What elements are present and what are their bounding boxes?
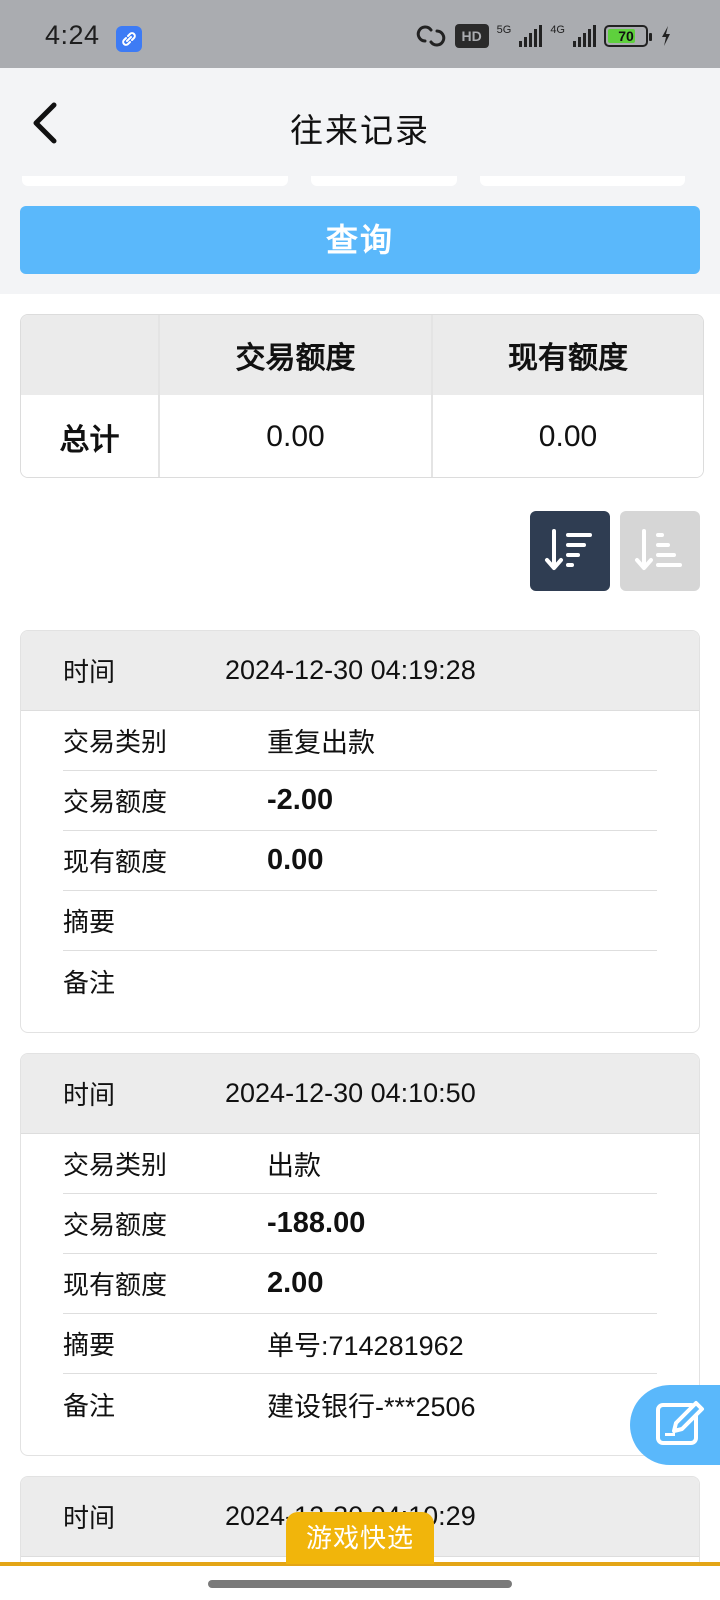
type-label: 交易类别 [63, 1150, 168, 1180]
battery-level: 70 [618, 28, 634, 44]
status-time: 4:24 [45, 20, 100, 50]
amount-label: 交易额度 [63, 787, 168, 817]
balance-value: 2.00 [267, 1267, 324, 1299]
record-balance-row: 现有额度 0.00 [63, 831, 657, 891]
record-summary-row: 摘要 [63, 891, 657, 951]
status-bar: 4:24 HD 5G 4G 70 [0, 0, 720, 68]
signal-4g-icon [573, 25, 596, 47]
summary-trade-total: 0.00 [160, 395, 433, 477]
record-balance-row: 现有额度 2.00 [63, 1254, 657, 1314]
time-value: 2024-12-30 04:10:50 [225, 1078, 476, 1108]
edit-note-icon [656, 1401, 704, 1445]
status-icons: HD 5G 4G 70 [415, 22, 672, 50]
filter-field-3[interactable] [480, 176, 685, 186]
summary-label: 摘要 [63, 907, 116, 937]
summary-total-label: 总计 [21, 395, 160, 477]
record-note-row: 备注 [63, 951, 657, 1011]
filter-field-2[interactable] [311, 176, 457, 186]
note-label: 备注 [63, 967, 116, 998]
summary-label: 摘要 [63, 1330, 116, 1360]
type-value: 出款 [267, 1151, 321, 1181]
summary-col-trade: 交易额度 [160, 315, 433, 395]
net-4g-label: 4G [550, 23, 565, 36]
sort-descending-icon [545, 529, 592, 570]
hd-voice-icon: HD [454, 24, 489, 48]
time-label: 时间 [63, 1080, 116, 1110]
game-quick-select-button[interactable]: 游戏快选 [286, 1512, 434, 1564]
page-title: 往来记录 [290, 112, 430, 149]
type-value: 重复出款 [267, 728, 375, 758]
summary-header-row: 交易额度 现有额度 [21, 315, 703, 395]
balance-label: 现有额度 [63, 1270, 168, 1300]
sort-descending-button[interactable] [530, 511, 610, 591]
summary-table: 交易额度 现有额度 总计 0.00 0.00 [20, 314, 704, 478]
balance-value: 0.00 [267, 844, 324, 876]
record-card: 时间 2024-12-30 04:19:28 交易类别 重复出款 交易额度 -2… [20, 630, 700, 1033]
record-card: 时间 2024-12-30 04:10:50 交易类别 出款 交易额度 -188… [20, 1053, 700, 1456]
summary-header-empty [21, 315, 160, 395]
time-label: 时间 [63, 1503, 116, 1533]
record-type-row: 交易类别 重复出款 [63, 711, 657, 771]
hotspot-icon [416, 25, 445, 47]
time-value: 2024-12-30 04:19:28 [225, 655, 476, 685]
home-indicator[interactable] [208, 1580, 512, 1588]
type-label: 交易类别 [63, 727, 168, 757]
record-amount-row: 交易额度 -2.00 [63, 771, 657, 831]
net-5g-label: 5G [496, 23, 512, 36]
time-label: 时间 [63, 657, 116, 687]
record-summary-row: 摘要 单号:714281962 [63, 1314, 657, 1374]
app-header: 往来记录 [0, 68, 720, 176]
summary-total-row: 总计 0.00 0.00 [21, 395, 703, 477]
amount-label: 交易额度 [63, 1210, 168, 1240]
filter-field-1[interactable] [22, 176, 288, 186]
note-value: 建设银行-***2506 [267, 1391, 476, 1422]
record-time-row: 时间 2024-12-30 04:19:28 [21, 631, 699, 711]
summary-col-current: 现有额度 [508, 342, 628, 375]
charging-icon [662, 26, 670, 46]
link-app-icon [116, 26, 142, 52]
search-panel: 查询 [0, 176, 720, 294]
signal-5g-icon [519, 25, 543, 47]
note-label: 备注 [63, 1390, 116, 1421]
summary-value: 单号:714281962 [267, 1331, 464, 1361]
record-time-row: 时间 2024-12-30 04:10:50 [21, 1054, 699, 1134]
edit-note-button[interactable] [630, 1385, 720, 1465]
amount-value: -188.00 [267, 1207, 366, 1239]
query-button[interactable]: 查询 [20, 206, 700, 274]
balance-label: 现有额度 [63, 847, 168, 877]
battery-icon: 70 [604, 25, 652, 47]
record-note-row: 备注 建设银行-***2506 [63, 1374, 657, 1434]
summary-current-total: 0.00 [538, 420, 598, 453]
amount-value: -2.00 [267, 784, 334, 816]
sort-ascending-icon [635, 529, 682, 570]
record-amount-row: 交易额度 -188.00 [63, 1194, 657, 1254]
sort-ascending-button[interactable] [620, 511, 700, 591]
record-type-row: 交易类别 出款 [63, 1134, 657, 1194]
